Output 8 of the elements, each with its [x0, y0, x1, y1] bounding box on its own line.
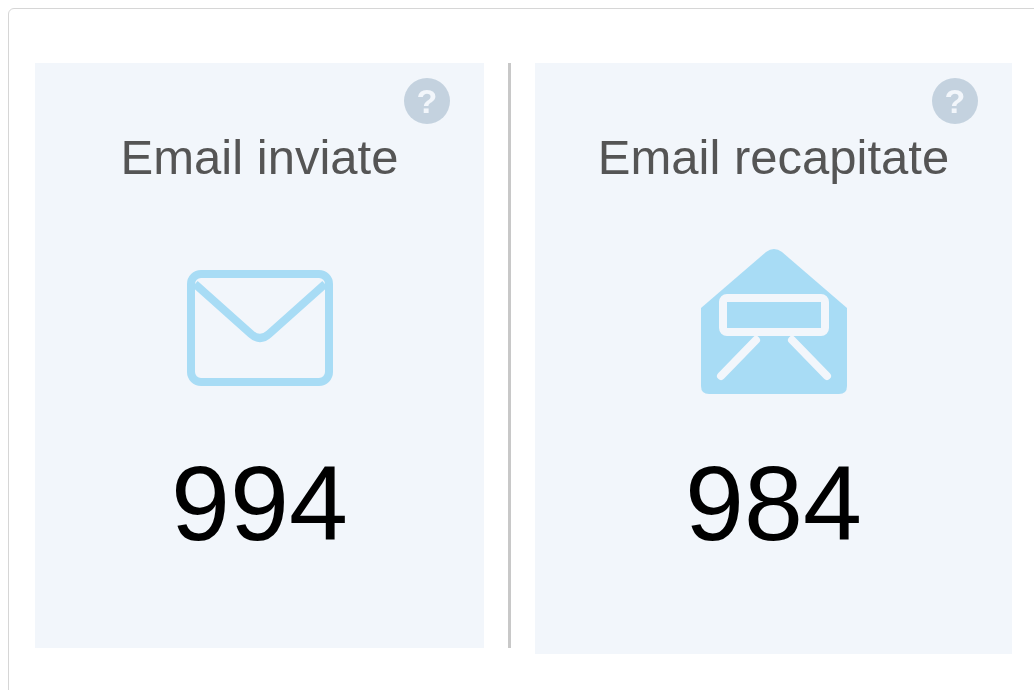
- envelope-icon: [186, 270, 333, 386]
- card-title: Email recapitate: [597, 133, 950, 182]
- help-icon[interactable]: ?: [404, 78, 450, 124]
- card-title: Email inviate: [120, 133, 399, 182]
- stat-value: 994: [171, 450, 348, 556]
- help-icon[interactable]: ?: [932, 78, 978, 124]
- stat-value: 984: [685, 450, 862, 556]
- open-envelope-icon: [700, 248, 847, 394]
